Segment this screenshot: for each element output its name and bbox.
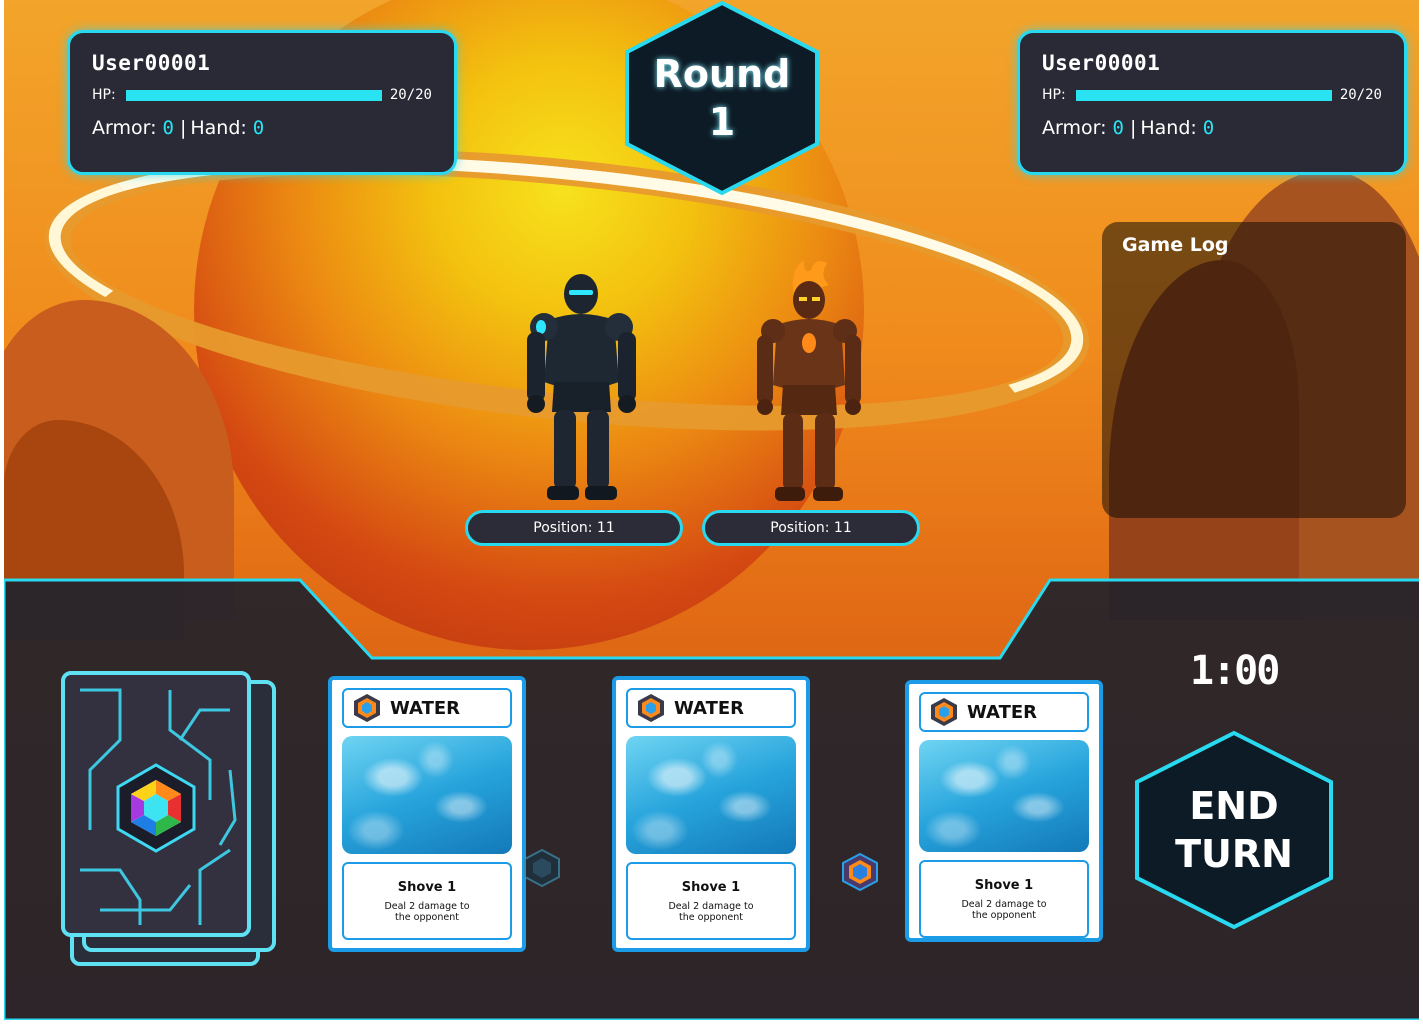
card-header: WATER (626, 688, 796, 728)
game-log-title: Game Log (1122, 234, 1229, 256)
armor-value: 0 (162, 117, 174, 139)
hp-row: HP: 20/20 (92, 87, 432, 103)
armor-value: 0 (1112, 117, 1124, 139)
card-art-water (919, 740, 1089, 852)
round-number: 1 (708, 100, 736, 144)
hp-value: 20/20 (389, 87, 432, 103)
end-turn-label: END TURN (1175, 784, 1293, 876)
turn-timer: 1:00 (1190, 648, 1280, 694)
hand-label: Hand: (190, 117, 247, 139)
card-element: WATER (674, 697, 745, 719)
stats-row: Armor: 0 | Hand: 0 (92, 117, 432, 139)
element-emblem-icon (931, 698, 957, 726)
hp-label: HP: (92, 87, 116, 103)
card-description: Deal 2 damage to the opponent (668, 900, 754, 923)
end-turn-button[interactable]: END TURN (1134, 730, 1334, 930)
card-description: Deal 2 damage to the opponent (961, 898, 1047, 921)
armor-label: Armor: (1042, 117, 1107, 139)
card-element: WATER (967, 701, 1038, 723)
card-name: Shove 1 (397, 879, 457, 895)
game-log-panel[interactable]: Game Log (1102, 222, 1406, 518)
armor-label: Armor: (92, 117, 157, 139)
round-label: Round (653, 52, 791, 96)
hand-value: 0 (252, 117, 265, 139)
player-panel-left: User00001 HP: 20/20 Armor: 0 | Hand: 0 (67, 30, 457, 175)
card-header: WATER (342, 688, 512, 728)
stat-separator: | (1129, 117, 1137, 139)
stats-row: Armor: 0 | Hand: 0 (1042, 117, 1382, 139)
card-name: Shove 1 (974, 877, 1034, 893)
card-body: Shove 1 Deal 2 damage to the opponent (626, 862, 796, 940)
hp-row: HP: 20/20 (1042, 87, 1382, 103)
player-name: User00001 (92, 51, 211, 75)
position-label-opponent: Position: 11 (702, 510, 920, 546)
hp-label: HP: (1042, 87, 1066, 103)
card-deck-icon[interactable] (60, 670, 282, 968)
stat-separator: | (179, 117, 187, 139)
card-art-water (342, 736, 512, 854)
hand-card[interactable]: WATER Shove 1 Deal 2 damage to the oppon… (612, 676, 810, 952)
hp-value: 20/20 (1339, 87, 1382, 103)
hp-bar (126, 89, 382, 101)
element-emblem-icon (354, 694, 380, 722)
player-name: User00001 (1042, 51, 1161, 75)
gem-icon (842, 852, 878, 892)
card-body: Shove 1 Deal 2 damage to the opponent (919, 860, 1089, 938)
gem-icon (524, 848, 560, 888)
round-indicator: Round 1 (624, 0, 820, 196)
opponent-character-fire[interactable] (749, 255, 869, 505)
player-panel-right: User00001 HP: 20/20 Armor: 0 | Hand: 0 (1017, 30, 1407, 175)
element-emblem-icon (638, 694, 664, 722)
hand-card[interactable]: WATER Shove 1 Deal 2 damage to the oppon… (328, 676, 526, 952)
hand-label: Hand: (1140, 117, 1197, 139)
card-element: WATER (390, 697, 461, 719)
game-scene: User00001 HP: 20/20 Armor: 0 | Hand: 0 U… (4, 0, 1419, 1020)
hand-value: 0 (1202, 117, 1215, 139)
card-art-water (626, 736, 796, 854)
hp-bar (1076, 89, 1332, 101)
card-description: Deal 2 damage to the opponent (384, 900, 470, 923)
player-character-armored[interactable] (519, 272, 644, 504)
card-name: Shove 1 (681, 879, 741, 895)
card-body: Shove 1 Deal 2 damage to the opponent (342, 862, 512, 940)
hand-card[interactable]: WATER Shove 1 Deal 2 damage to the oppon… (905, 680, 1103, 942)
card-header: WATER (919, 692, 1089, 732)
position-label-player: Position: 11 (465, 510, 683, 546)
